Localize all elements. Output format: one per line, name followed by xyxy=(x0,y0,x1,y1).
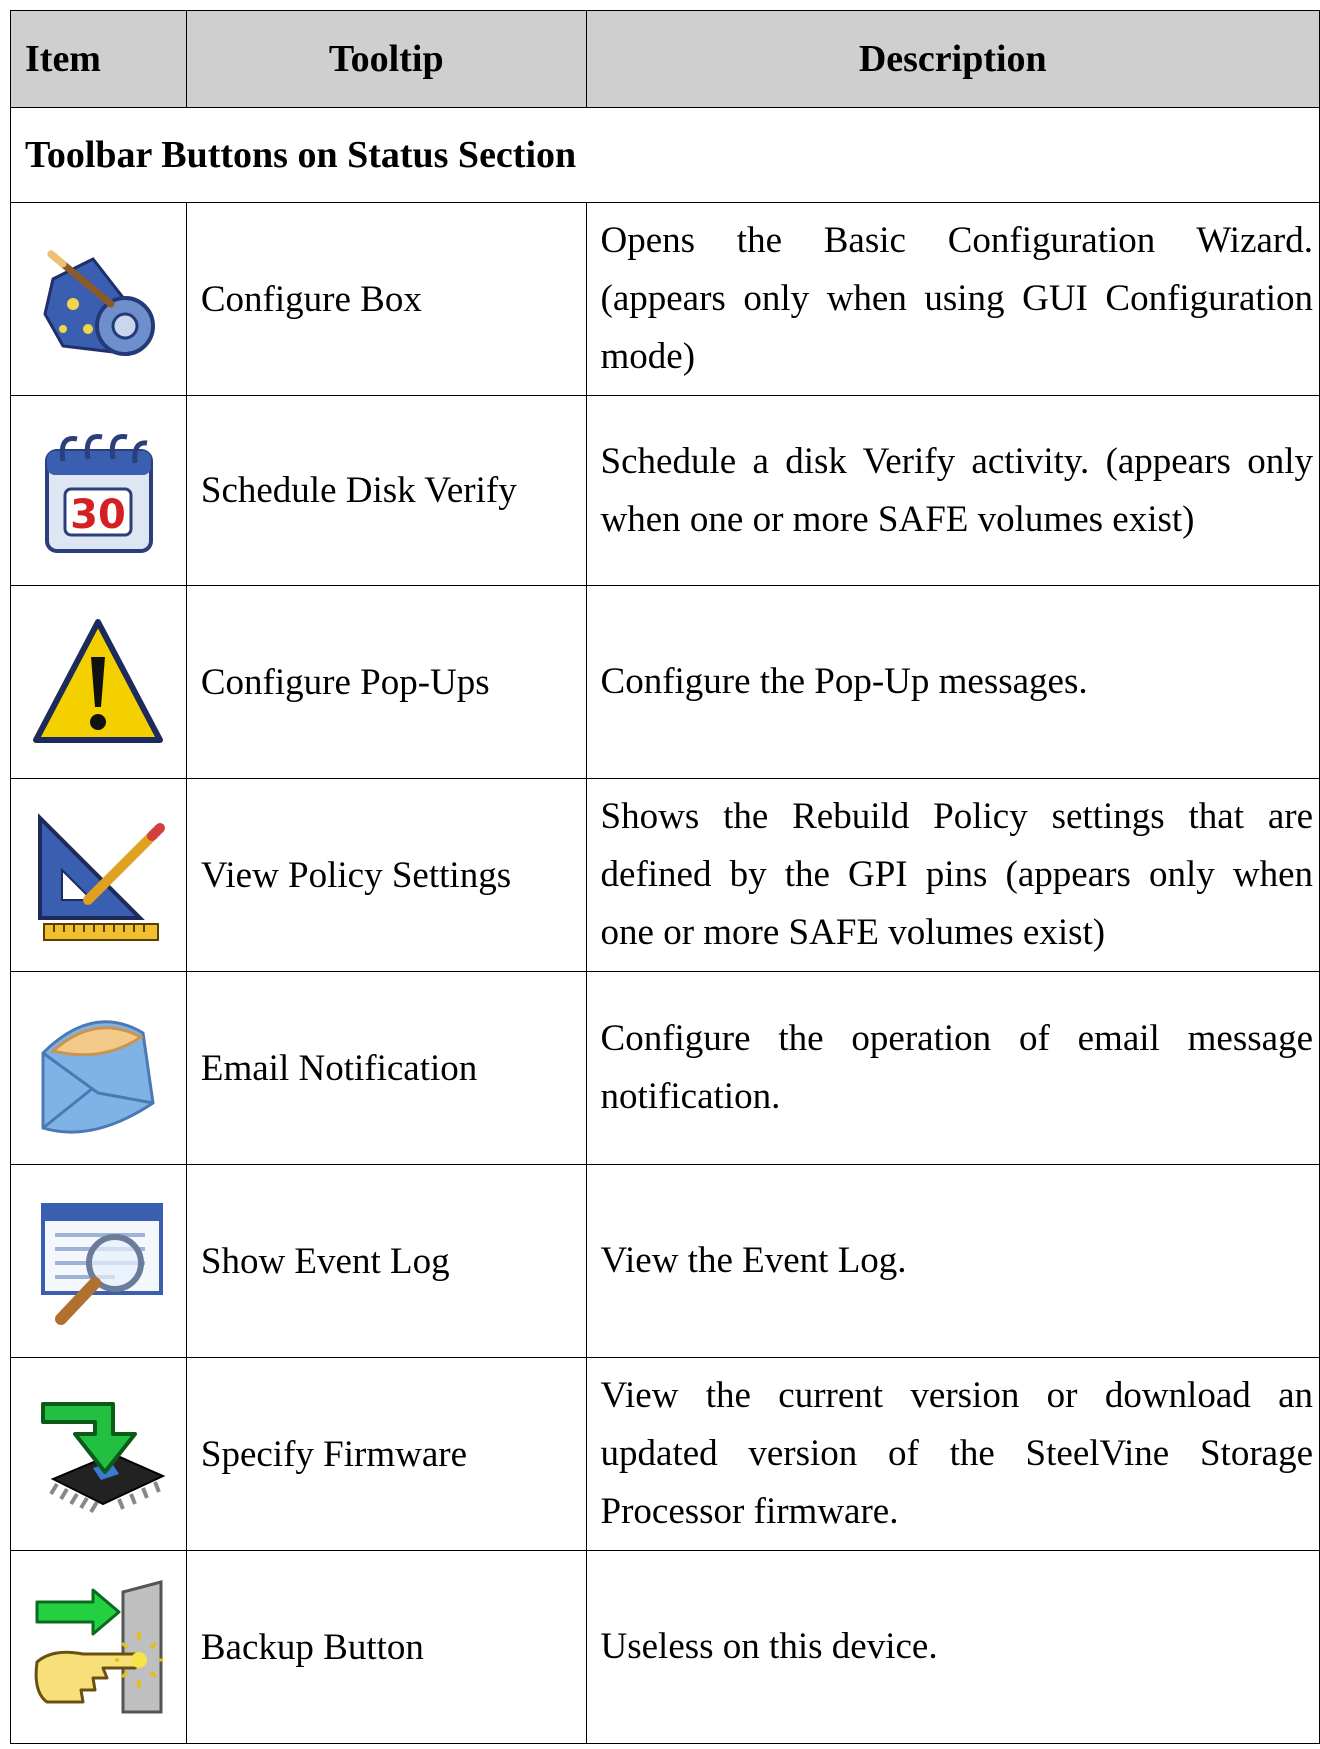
tooltip-cell: Show Event Log xyxy=(185,1164,587,1358)
description-cell: Schedule a disk Verify activity. (appear… xyxy=(585,395,1320,586)
description-cell: Shows the Rebuild Policy settings that a… xyxy=(585,778,1320,972)
tooltip-cell: Configure Pop-Ups xyxy=(185,585,587,779)
firmware-chip-icon xyxy=(41,1402,166,1514)
description-cell: Useless on this device. xyxy=(585,1550,1320,1744)
table-row: Specify Firmware View the current versio… xyxy=(10,1357,1320,1551)
table-row: Backup Button Useless on this device. xyxy=(10,1550,1320,1744)
tooltip-cell: View Policy Settings xyxy=(185,778,587,972)
tooltip-cell: Configure Box xyxy=(185,202,587,396)
table-row: Email Notification Configure the operati… xyxy=(10,971,1320,1165)
description-cell: Opens the Basic Configuration Wizard. (a… xyxy=(585,202,1320,396)
header-description: Description xyxy=(585,10,1320,108)
backup-button-icon xyxy=(35,1580,164,1714)
configure-box-icon xyxy=(43,250,156,356)
table-row: Show Event Log View the Event Log. xyxy=(10,1164,1320,1358)
tooltip-cell: Schedule Disk Verify xyxy=(185,395,587,586)
header-row: Item Tooltip Description xyxy=(10,10,1320,108)
description-cell: View the current version or download an … xyxy=(585,1357,1320,1551)
calendar-icon: 30 xyxy=(45,433,154,553)
section-title: Toolbar Buttons on Status Section xyxy=(10,107,1320,203)
calendar-number: 30 xyxy=(71,492,127,538)
policy-settings-icon xyxy=(38,813,166,941)
tooltip-cell: Backup Button xyxy=(185,1550,587,1744)
tooltip-cell: Specify Firmware xyxy=(185,1357,587,1551)
section-row: Toolbar Buttons on Status Section xyxy=(10,107,1320,203)
table-row: Configure Pop-Ups Configure the Pop-Up m… xyxy=(10,585,1320,779)
toolbar-buttons-table: Item Tooltip Description Toolbar Buttons… xyxy=(10,10,1320,1744)
event-log-icon xyxy=(41,1203,164,1325)
tooltip-cell: Email Notification xyxy=(185,971,587,1165)
table-row: View Policy Settings Shows the Rebuild P… xyxy=(10,778,1320,972)
table-row: 30 Schedule Disk Verify Schedule a disk … xyxy=(10,395,1320,586)
header-tooltip: Tooltip xyxy=(185,10,587,108)
description-cell: Configure the Pop-Up messages. xyxy=(585,585,1320,779)
warning-icon xyxy=(33,619,164,743)
table-row: Configure Box Opens the Basic Configurat… xyxy=(10,202,1320,396)
header-item: Item xyxy=(10,10,187,108)
description-cell: View the Event Log. xyxy=(585,1164,1320,1358)
description-cell: Configure the operation of email message… xyxy=(585,971,1320,1165)
envelope-icon xyxy=(41,1020,156,1134)
